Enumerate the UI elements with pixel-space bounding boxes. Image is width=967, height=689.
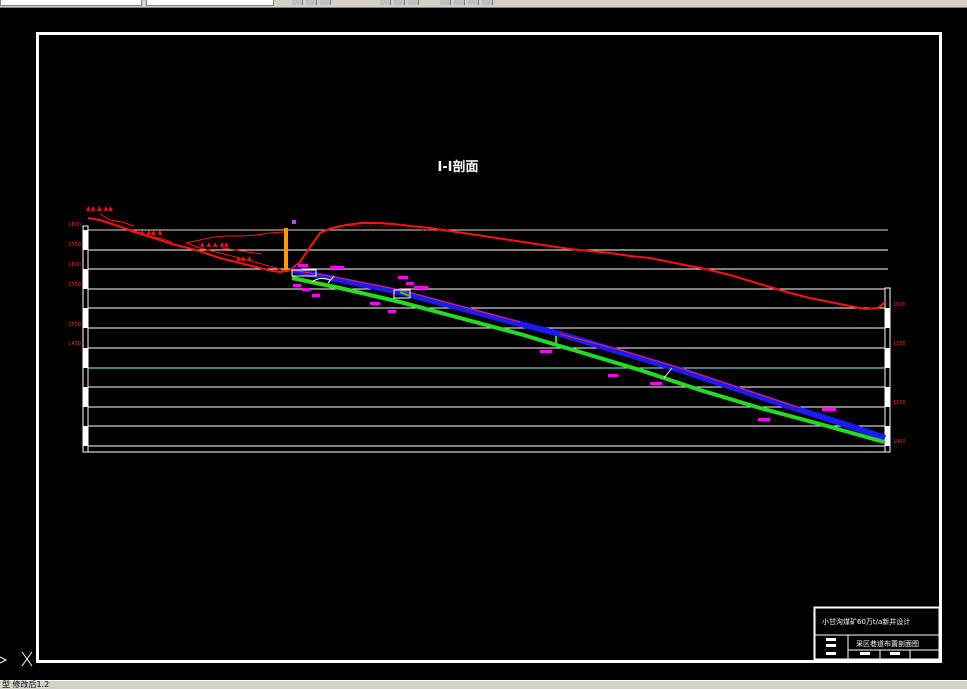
elevation-label: 1600 <box>68 262 81 268</box>
toolbar-button[interactable] <box>394 0 405 5</box>
title-block: 小甘沟煤矿60万t/a新井设计 采区巷道布置剖面图 <box>813 606 941 661</box>
svg-text:▲▲ ▲ ▲▲: ▲▲ ▲ ▲▲ <box>86 205 113 212</box>
section-title: I-I剖面 <box>437 159 478 175</box>
svg-text:▲▲ ▲: ▲▲ ▲ <box>236 255 252 262</box>
terrain-profile <box>87 213 886 311</box>
elevation-label: 1450 <box>893 439 906 445</box>
right-elevation-ruler: 1600 1550 1500 1450 <box>884 287 906 453</box>
toolbar-button[interactable] <box>468 0 479 5</box>
toolbar <box>0 0 967 8</box>
toolbar-button[interactable] <box>454 0 465 5</box>
elevation-label: 1550 <box>68 242 81 248</box>
left-elevation-ruler: 1600 1550 1600 1550 1500 1450 <box>68 222 89 453</box>
shaft-marker <box>292 220 296 224</box>
linetype-dropdown[interactable] <box>146 0 274 6</box>
vertical-shaft <box>284 228 288 270</box>
toolbar-button[interactable] <box>440 0 451 5</box>
cad-drawing: I-I剖面 1600 1550 1600 1550 1500 1450 1600… <box>0 32 942 667</box>
toolbar-button[interactable] <box>306 0 317 5</box>
drawing-canvas[interactable]: I-I剖面 1600 1550 1600 1550 1500 1450 1600… <box>0 8 967 680</box>
ucs-axis-icon <box>0 651 33 667</box>
title-block-project: 小甘沟煤矿60万t/a新井设计 <box>822 617 910 626</box>
svg-text:~~~~~~~~: ~~~~~~~~ <box>348 223 388 230</box>
svg-text:▲ ▲ ▲ ▲▲: ▲ ▲ ▲ ▲▲ <box>200 241 229 248</box>
elevation-label: 1600 <box>68 222 81 228</box>
toolbar-button[interactable] <box>482 0 493 5</box>
svg-text:▲ ▲▲ ▲: ▲ ▲▲ ▲ <box>140 229 163 236</box>
elevation-label: 1550 <box>68 282 81 288</box>
toolbar-button[interactable] <box>408 0 419 5</box>
elevation-label: 1550 <box>893 341 906 347</box>
elevation-label: 1600 <box>893 302 906 308</box>
svg-text:~~~~: ~~~~ <box>420 227 440 234</box>
layer-dropdown[interactable] <box>0 0 142 6</box>
toolbar-button[interactable] <box>380 0 391 5</box>
roadway-green <box>291 276 885 444</box>
elevation-label: 1500 <box>68 322 81 328</box>
toolbar-button[interactable] <box>320 0 331 5</box>
toolbar-button[interactable] <box>292 0 303 5</box>
title-block-drawing-name: 采区巷道布置剖面图 <box>856 639 919 648</box>
elevation-label: 1500 <box>893 400 906 406</box>
elevation-label: 1450 <box>68 341 81 347</box>
